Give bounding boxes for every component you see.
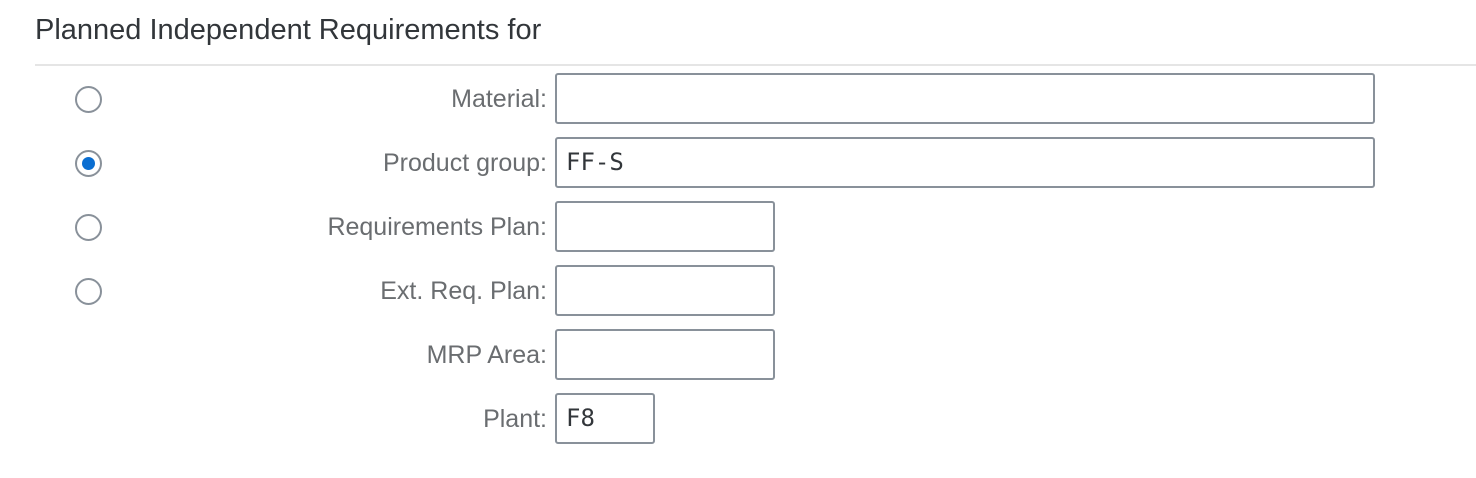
material-label: Material: [451, 85, 547, 113]
radio-product-group[interactable] [75, 150, 102, 177]
section-divider [35, 64, 1476, 66]
product-group-field[interactable]: FF-S [555, 137, 1375, 188]
section-title: Planned Independent Requirements for [35, 14, 542, 46]
radio-material[interactable] [75, 86, 102, 113]
radio-requirements-plan[interactable] [75, 214, 102, 241]
plant-field[interactable]: F8 [555, 393, 655, 444]
ext-req-plan-label: Ext. Req. Plan: [380, 277, 547, 305]
material-field[interactable] [555, 73, 1375, 124]
mrp-area-field[interactable] [555, 329, 775, 380]
requirements-plan-label: Requirements Plan: [327, 213, 547, 241]
mrp-area-label: MRP Area: [426, 341, 547, 369]
plant-label: Plant: [483, 405, 547, 433]
radio-ext-req-plan[interactable] [75, 278, 102, 305]
requirements-plan-field[interactable] [555, 201, 775, 252]
ext-req-plan-field[interactable] [555, 265, 775, 316]
product-group-label: Product group: [383, 149, 547, 177]
